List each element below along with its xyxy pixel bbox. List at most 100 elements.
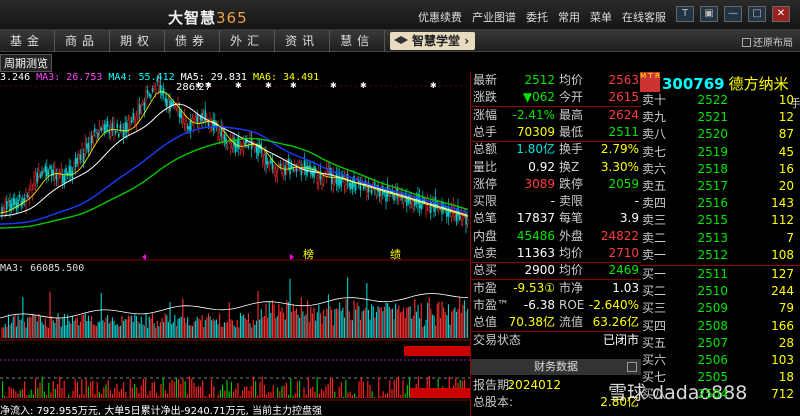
indicator-bar	[224, 390, 226, 398]
volume-bar	[446, 315, 448, 338]
ask-row[interactable]: 卖六 2518 16	[642, 161, 800, 178]
ask-volume: 143	[771, 196, 794, 211]
period-tab[interactable]: 周期测览	[0, 54, 52, 72]
indicator-bar	[63, 380, 65, 398]
indicator-bar	[72, 390, 74, 398]
menu-item-5[interactable]: 在线客服	[622, 9, 666, 25]
capital-flow-text: 净流入: 792.955万元, 大单5日累计净出-9240.71万元, 当前主力…	[0, 406, 322, 416]
bid-row[interactable]: 买三 2509 79	[642, 300, 800, 317]
ask-price: 2521	[697, 110, 728, 125]
indicator-bar	[365, 397, 367, 398]
window-button-3[interactable]: □	[748, 6, 766, 22]
candle-body	[420, 204, 423, 210]
indicator-bar	[323, 391, 325, 398]
academy-button[interactable]: 智慧学堂 ›	[390, 32, 476, 50]
volume-bar	[182, 298, 184, 338]
quote-label: 总额	[473, 142, 498, 157]
ask-row[interactable]: 卖三 2515 112	[642, 212, 800, 229]
financial-data-tab[interactable]: 财务数据	[471, 359, 641, 375]
bid-row[interactable]: 买二 2510 244	[642, 283, 800, 300]
bid-volume: 79	[778, 301, 794, 316]
kline-chart[interactable]: 286.27✱ ✱ ✱ ✱ ✱ ✱ ✱ ✱榜绩	[0, 52, 470, 416]
candle-body	[183, 115, 186, 124]
bid-row[interactable]: 买一 2511 127	[642, 266, 800, 283]
indicator-bar	[96, 381, 98, 398]
indicator-bar	[186, 394, 188, 398]
candle-body	[84, 142, 86, 152]
volume-bar	[39, 316, 41, 338]
quote-value: 0.92	[528, 159, 555, 174]
volume-bar	[385, 302, 387, 338]
ask-volume: 112	[771, 213, 794, 228]
volume-bar	[68, 321, 70, 338]
indicator-bar	[8, 386, 10, 398]
menu-item-4[interactable]: 菜单	[590, 9, 612, 25]
indicator-bar	[94, 393, 96, 398]
ask-row[interactable]: 卖五 2517 20	[642, 178, 800, 195]
nav-tab-2[interactable]: 期权	[110, 30, 166, 52]
indicator-bar	[281, 386, 283, 398]
nav-tab-3[interactable]: 债券	[165, 30, 221, 52]
volume-bar	[287, 302, 289, 338]
window-button-2[interactable]: —	[724, 6, 742, 22]
bid-row[interactable]: 买五 2507 28	[642, 335, 800, 352]
candle-body	[44, 165, 47, 173]
ask-row[interactable]: 卖八 2520 87	[642, 126, 800, 143]
menu-item-0[interactable]: 优惠续费	[418, 9, 462, 25]
volume-bar	[14, 314, 16, 338]
nav-tab-4[interactable]: 外汇	[220, 30, 276, 52]
volume-bar	[430, 308, 432, 338]
candle-body	[447, 206, 450, 217]
bid-price: 2504	[697, 387, 728, 402]
bid-row[interactable]: 买七 2505 18	[642, 369, 800, 386]
indicator-bar	[389, 380, 391, 398]
ask-row[interactable]: 卖四 2516 143	[642, 195, 800, 212]
menu-item-3[interactable]: 常用	[558, 9, 580, 25]
window-button-4[interactable]: ✕	[772, 6, 790, 22]
volume-bar	[260, 309, 262, 338]
ask-row[interactable]: 卖二 2513 7	[642, 230, 800, 247]
volume-bar	[399, 312, 401, 338]
volume-bar	[393, 319, 395, 338]
menu-item-2[interactable]: 委托	[526, 9, 548, 25]
candle-body	[41, 170, 43, 176]
volume-bar	[59, 318, 61, 338]
restore-layout-button[interactable]: 还原布局	[742, 34, 793, 49]
bid-row[interactable]: 买八 2504 712	[642, 386, 800, 403]
ask-row[interactable]: 卖七 2519 45	[642, 144, 800, 161]
nav-tab-5[interactable]: 资讯	[275, 30, 331, 52]
graduation-cap-icon	[394, 36, 408, 44]
indicator-bar	[226, 379, 228, 398]
ask-row[interactable]: 卖一 2512 108	[642, 247, 800, 264]
event-marker: ✱	[360, 81, 367, 90]
quote-value: 3.9	[619, 211, 639, 226]
candle-body	[22, 198, 24, 205]
window-button-1[interactable]: ▣	[700, 6, 718, 22]
ask-row[interactable]: 卖十 2522 10	[642, 92, 800, 109]
candle-body	[268, 162, 271, 167]
nav-tab-0[interactable]: 基金	[0, 30, 56, 52]
bid-row[interactable]: 买四 2508 166	[642, 318, 800, 335]
bid-row[interactable]: 买六 2506 103	[642, 352, 800, 369]
candle-body	[79, 154, 82, 160]
volume-bar	[179, 317, 181, 338]
indicator-bar	[250, 386, 252, 398]
window-button-0[interactable]: T	[676, 6, 694, 22]
indicator-bar	[169, 382, 171, 398]
indicator-bar	[384, 394, 386, 398]
nav-tab-1[interactable]: 商品	[55, 30, 111, 52]
volume-bar	[143, 325, 145, 338]
volume-bar	[318, 304, 320, 338]
menu-item-1[interactable]: 产业图谱	[472, 9, 516, 25]
indicator-bar	[184, 381, 186, 398]
ask-price: 2516	[697, 196, 728, 211]
expand-icon[interactable]	[627, 362, 637, 372]
indicator-bar	[393, 380, 395, 398]
quote-row: 最新 2512 均价 2563	[471, 72, 641, 89]
indicator-bar	[332, 378, 334, 398]
kline-chart-area[interactable]: 286.27 ✱ ✱ ✱ ✱ ✱ ✱ ✱ ✱ 榜绩 周期测览 3.246 MA3: 26.753 …	[0, 52, 470, 416]
ask-row[interactable]: 卖九 2521 12	[642, 109, 800, 126]
indicator-bar	[354, 393, 356, 398]
quote-label: 总买	[473, 263, 498, 278]
nav-tab-6[interactable]: 慧信	[330, 30, 386, 52]
